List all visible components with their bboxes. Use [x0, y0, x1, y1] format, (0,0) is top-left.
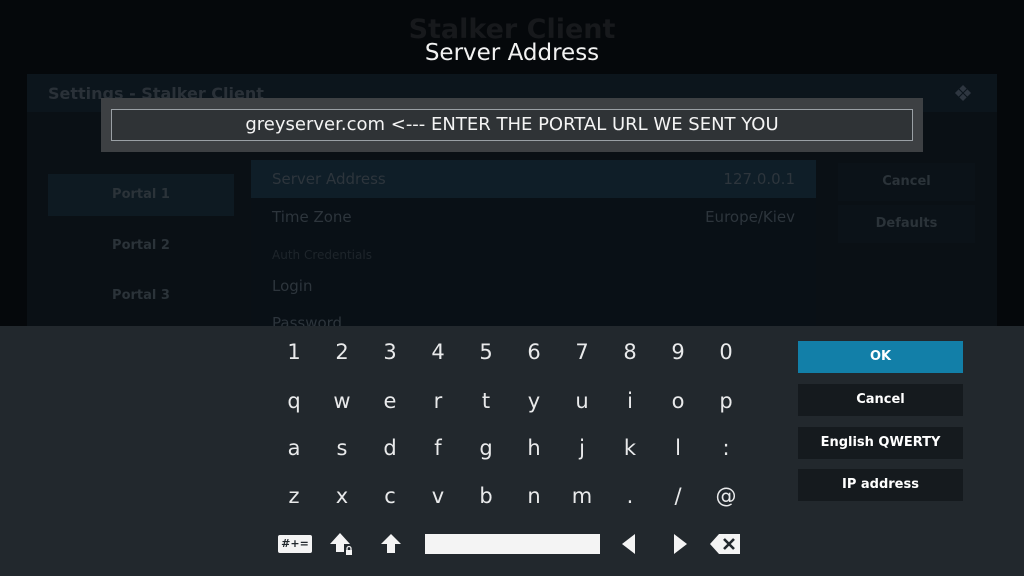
setting-login: Login [251, 267, 816, 305]
key[interactable]: 2 [318, 330, 366, 374]
key[interactable]: 7 [558, 330, 606, 374]
portal-1-tab: Portal 1 [48, 174, 234, 216]
key[interactable]: y [510, 379, 558, 423]
key[interactable]: p [702, 379, 750, 423]
layout-button[interactable]: English QWERTY [798, 427, 963, 459]
cancel-button[interactable]: Cancel [798, 384, 963, 416]
setting-value: Europe/Kiev [705, 208, 795, 226]
setting-value: 127.0.0.1 [723, 170, 795, 188]
key[interactable]: d [366, 426, 414, 470]
symbols-key-label: #+= [278, 535, 312, 553]
space-key[interactable] [425, 534, 600, 554]
key[interactable]: b [462, 474, 510, 518]
key[interactable]: 4 [414, 330, 462, 374]
setting-label: Login [272, 277, 313, 295]
key[interactable]: v [414, 474, 462, 518]
key[interactable]: l [654, 426, 702, 470]
setting-label: Server Address [272, 170, 386, 188]
arrow-right-icon[interactable] [660, 530, 700, 558]
key[interactable]: g [462, 426, 510, 470]
key[interactable]: r [414, 379, 462, 423]
ip-address-button[interactable]: IP address [798, 469, 963, 501]
key[interactable]: h [510, 426, 558, 470]
key[interactable]: 6 [510, 330, 558, 374]
dialog-title: Server Address [424, 40, 600, 66]
backspace-icon[interactable] [705, 530, 745, 558]
symbols-key[interactable]: #+= [275, 530, 315, 558]
key[interactable]: : [702, 426, 750, 470]
caps-lock-icon[interactable] [322, 530, 362, 558]
key[interactable]: 3 [366, 330, 414, 374]
key[interactable]: s [318, 426, 366, 470]
key[interactable]: / [654, 474, 702, 518]
server-address-input[interactable]: greyserver.com <--- ENTER THE PORTAL URL… [111, 109, 913, 141]
shift-icon[interactable] [371, 530, 411, 558]
bg-cancel-button: Cancel [838, 163, 975, 201]
key[interactable]: a [270, 426, 318, 470]
key[interactable]: 0 [702, 330, 750, 374]
key[interactable]: m [558, 474, 606, 518]
key[interactable]: o [654, 379, 702, 423]
setting-label: Password [272, 314, 343, 326]
ok-button[interactable]: OK [798, 341, 963, 373]
setting-time-zone: Time Zone Europe/Kiev [251, 198, 816, 236]
setting-label: Time Zone [272, 208, 352, 226]
key[interactable]: 8 [606, 330, 654, 374]
key[interactable]: x [318, 474, 366, 518]
auth-credentials-label: Auth Credentials [272, 248, 372, 262]
key[interactable]: . [606, 474, 654, 518]
kodi-logo-icon: ❖ [953, 82, 973, 107]
key[interactable]: f [414, 426, 462, 470]
key[interactable]: @ [702, 474, 750, 518]
portal-2-tab: Portal 2 [112, 238, 170, 253]
key[interactable]: 5 [462, 330, 510, 374]
key[interactable]: k [606, 426, 654, 470]
key[interactable]: e [366, 379, 414, 423]
key[interactable]: w [318, 379, 366, 423]
key[interactable]: 9 [654, 330, 702, 374]
arrow-left-icon[interactable] [609, 530, 649, 558]
key[interactable]: 1 [270, 330, 318, 374]
key[interactable]: z [270, 474, 318, 518]
bg-defaults-button: Defaults [838, 205, 975, 243]
setting-server-address: Server Address 127.0.0.1 [251, 160, 816, 198]
key[interactable]: q [270, 379, 318, 423]
key[interactable]: j [558, 426, 606, 470]
setting-password: Password [251, 304, 816, 326]
key[interactable]: c [366, 474, 414, 518]
key[interactable]: n [510, 474, 558, 518]
key[interactable]: u [558, 379, 606, 423]
key[interactable]: t [462, 379, 510, 423]
portal-3-tab: Portal 3 [112, 288, 170, 303]
key[interactable]: i [606, 379, 654, 423]
